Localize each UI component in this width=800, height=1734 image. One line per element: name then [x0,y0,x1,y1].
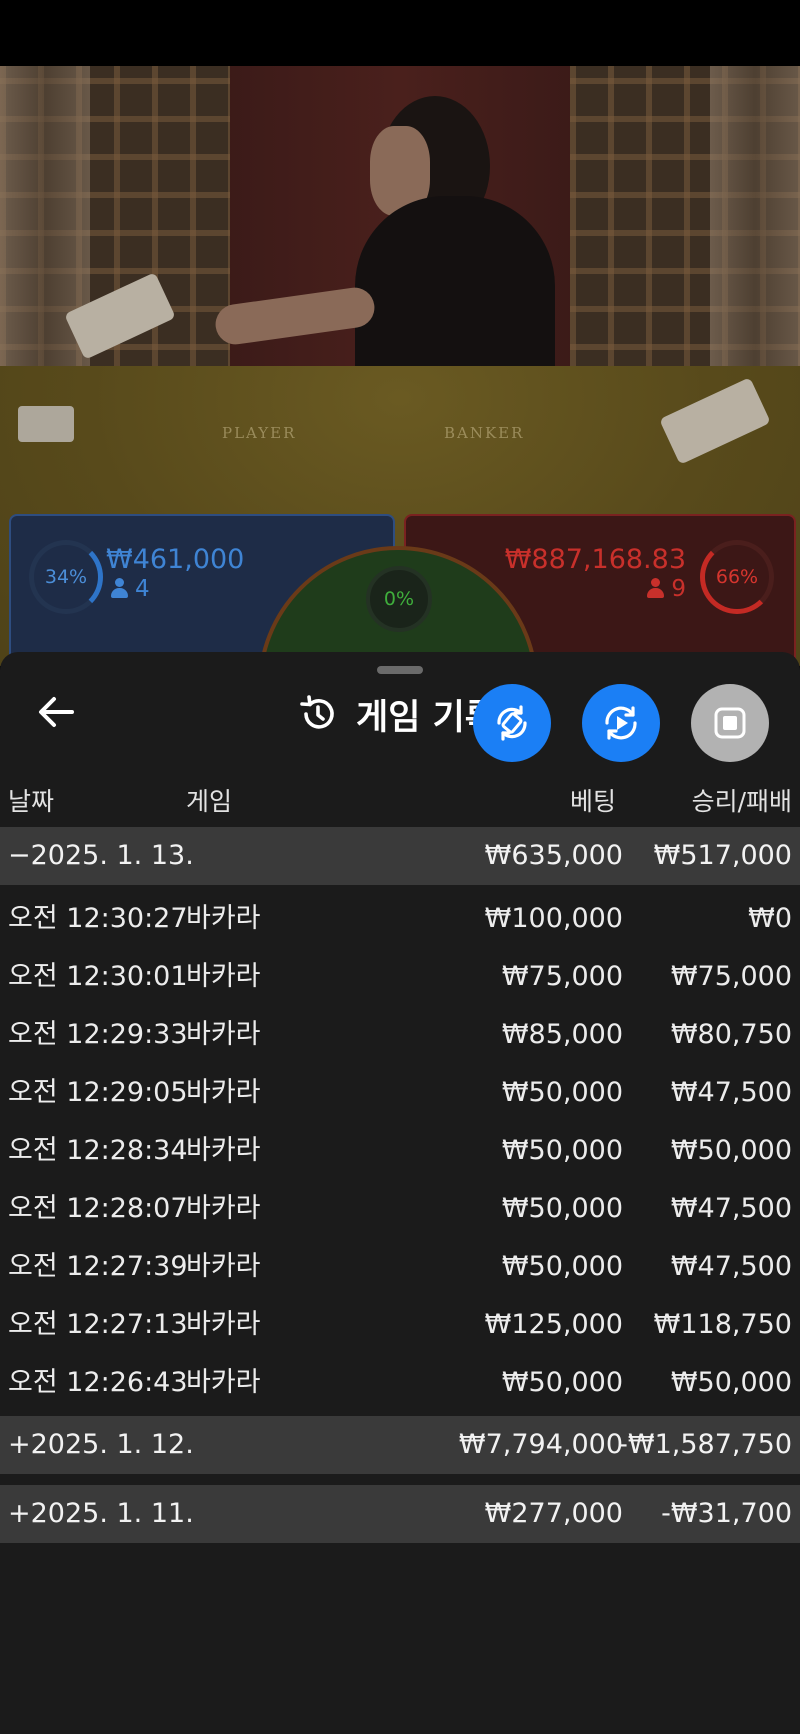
row-time: 오전 12:27:39 [8,1251,188,1282]
row-time: 오전 12:30:27 [8,903,188,934]
row-bet: ₩50,000 [501,1193,623,1224]
group-bet-total: ₩277,000 [484,1498,623,1529]
player-percent: 34% [44,566,88,588]
row-bet: ₩50,000 [501,1367,623,1398]
row-bet: ₩100,000 [484,903,623,934]
group-result-total: -₩31,700 [661,1498,792,1529]
row-bet: ₩50,000 [501,1077,623,1108]
rotate-device-icon [497,705,527,741]
row-game: 바카라 [186,903,261,934]
row-bet: ₩85,000 [501,1019,623,1050]
discard-tray [18,406,74,442]
row-bet: ₩50,000 [501,1135,623,1166]
row-result: ₩50,000 [670,1135,792,1166]
row-time: 오전 12:28:34 [8,1135,188,1166]
history-icon [300,695,334,729]
group-bet-total: ₩7,794,000 [458,1429,623,1460]
row-result: ₩50,000 [670,1367,792,1398]
group-date: +2025. 1. 11. [8,1498,194,1529]
sheet-drag-handle[interactable] [377,666,423,674]
arrow-left-icon [39,697,74,727]
row-time: 오전 12:26:43 [8,1367,188,1398]
row-bet: ₩125,000 [484,1309,623,1340]
player-bet-amount: ₩461,000 [106,544,245,575]
row-time: 오전 12:30:01 [8,961,188,992]
player-percent-ring: 34% [29,540,103,614]
history-row[interactable]: 오전 12:28:34 바카라 ₩50,000 ₩50,000 [0,1122,800,1180]
player-bettor-count-row: 4 [111,576,150,602]
history-row[interactable]: 오전 12:27:39 바카라 ₩50,000 ₩47,500 [0,1238,800,1296]
history-row[interactable]: 오전 12:28:07 바카라 ₩50,000 ₩47,500 [0,1180,800,1238]
row-time: 오전 12:29:33 [8,1019,188,1050]
row-result: ₩47,500 [670,1077,792,1108]
history-row[interactable]: 오전 12:30:27 바카라 ₩100,000 ₩0 [0,890,800,948]
history-row[interactable]: 오전 12:29:05 바카라 ₩50,000 ₩47,500 [0,1064,800,1122]
row-game: 바카라 [186,961,261,992]
row-game: 바카라 [186,1077,261,1108]
group-date: −2025. 1. 13. [8,840,194,871]
person-icon [111,578,128,598]
replay-button[interactable] [582,684,660,762]
tie-percent-ring: 0% [366,566,432,632]
column-header-date[interactable]: 날짜 [8,782,54,818]
row-result: ₩75,000 [670,961,792,992]
column-header-game[interactable]: 게임 [186,782,232,818]
felt-player-label: PLAYER [222,424,297,442]
banker-bet-amount: ₩887,168.83 [504,544,686,575]
player-bettor-count: 4 [135,576,150,602]
row-game: 바카라 [186,1309,261,1340]
history-title: 게임 기록 [298,692,497,738]
banker-percent: 66% [715,566,759,588]
history-row[interactable]: 오전 12:29:33 바카라 ₩85,000 ₩80,750 [0,1006,800,1064]
row-game: 바카라 [186,1135,261,1166]
row-game: 바카라 [186,1019,261,1050]
game-history-sheet: 게임 기록 날짜 게임 베팅 승리/패배 −2025. 1. 13. ₩635, [0,652,800,1734]
row-time: 오전 12:28:07 [8,1193,188,1224]
row-game: 바카라 [186,1193,261,1224]
row-time: 오전 12:27:13 [8,1309,188,1340]
banker-bettor-count-row: 9 [647,576,686,602]
row-result: ₩47,500 [670,1251,792,1282]
history-row[interactable]: 오전 12:30:01 바카라 ₩75,000 ₩75,000 [0,948,800,1006]
banker-percent-ring: 66% [700,540,774,614]
row-bet: ₩50,000 [501,1251,623,1282]
history-row[interactable]: 오전 12:26:43 바카라 ₩50,000 ₩50,000 [0,1354,800,1412]
group-result-total: ₩517,000 [653,840,792,871]
row-game: 바카라 [186,1251,261,1282]
row-time: 오전 12:29:05 [8,1077,188,1108]
date-group-row[interactable]: +2025. 1. 11. ₩277,000 -₩31,700 [0,1485,800,1543]
row-result: ₩0 [748,903,792,934]
row-result: ₩118,750 [653,1309,792,1340]
column-header-bet[interactable]: 베팅 [570,782,616,818]
back-button[interactable] [32,688,80,736]
date-group-row[interactable]: −2025. 1. 13. ₩635,000 ₩517,000 [0,827,800,885]
replay-icon [605,706,637,740]
banker-bettor-count: 9 [671,576,686,602]
row-bet: ₩75,000 [501,961,623,992]
history-rows: 오전 12:30:27 바카라 ₩100,000 ₩0 오전 12:30:01 … [0,890,800,1412]
rotate-screen-button[interactable] [473,684,551,762]
stop-icon [714,707,746,739]
date-group-row[interactable]: +2025. 1. 12. ₩7,794,000 -₩1,587,750 [0,1416,800,1474]
row-game: 바카라 [186,1367,261,1398]
history-row[interactable]: 오전 12:27:13 바카라 ₩125,000 ₩118,750 [0,1296,800,1354]
tie-percent: 0% [383,588,415,610]
column-header-result[interactable]: 승리/패배 [692,782,792,818]
stop-button[interactable] [691,684,769,762]
row-result: ₩80,750 [670,1019,792,1050]
row-result: ₩47,500 [670,1193,792,1224]
person-icon [647,578,665,598]
group-date: +2025. 1. 12. [8,1429,194,1460]
group-result-total: -₩1,587,750 [618,1429,792,1460]
felt-banker-label: BANKER [444,424,525,442]
group-bet-total: ₩635,000 [484,840,623,871]
